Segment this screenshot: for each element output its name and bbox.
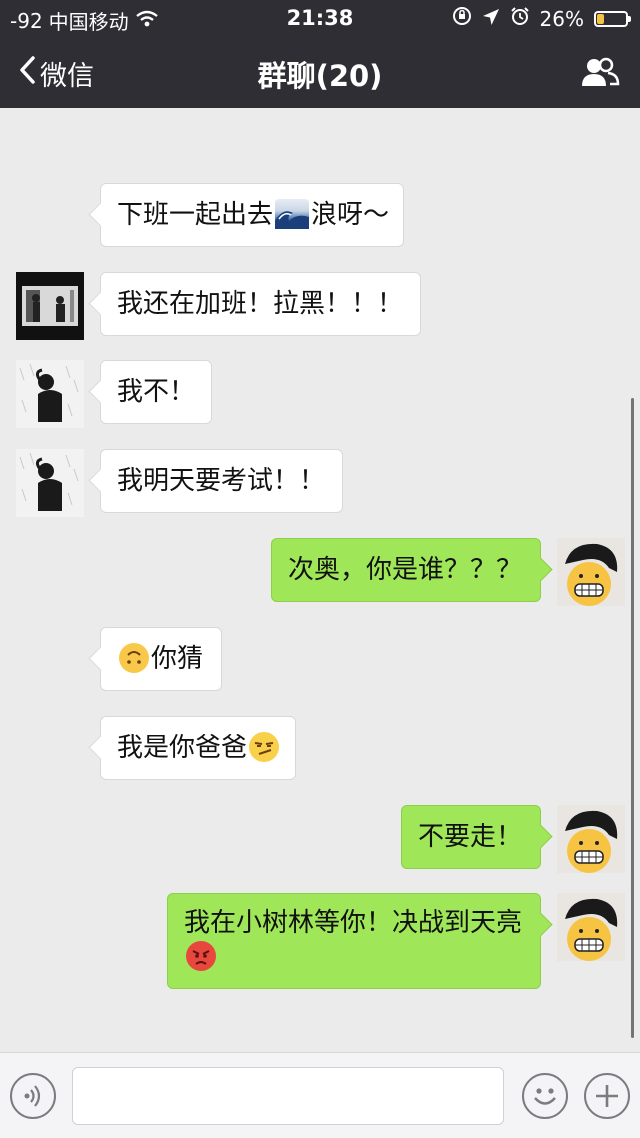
location-icon (482, 7, 500, 31)
incoming-message-bubble[interactable]: 下班一起出去 浪呀～ (100, 183, 404, 247)
upside-down-face-emoji (119, 643, 149, 673)
incoming-message-bubble[interactable]: 我是你爸爸 (100, 716, 296, 780)
rotation-lock-icon (452, 6, 472, 31)
message-text: 我明天要考试！！ (117, 466, 326, 496)
message-text: 你猜 (151, 644, 204, 674)
message-text: 我是你爸爸 (117, 733, 248, 763)
group-members-button[interactable] (580, 56, 620, 90)
chat-area[interactable]: 下班一起出去 浪呀～ 我还在加班！拉黑！！！ 我不！ 我明天要考试！！ 次奥，你… (0, 108, 640, 1052)
message-text: 下班一起出去 (117, 200, 274, 230)
input-bar (0, 1052, 640, 1138)
page-title: 群聊(20) (257, 59, 383, 93)
outgoing-message-bubble[interactable]: 次奥，你是谁？？？ (271, 538, 541, 602)
alarm-icon (510, 6, 530, 31)
battery-icon (594, 10, 631, 27)
message-text: 我在小树林等你！决战到天亮 (184, 908, 523, 938)
status-right: 26% (452, 6, 631, 31)
smiley-icon (524, 1088, 566, 1121)
message-text: 不要走！ (418, 822, 523, 852)
plus-icon (586, 1085, 628, 1121)
battery-level (597, 13, 604, 24)
battery-percent: 26% (539, 6, 584, 31)
avatar[interactable] (16, 449, 84, 517)
nav-bar: 微信 群聊(20) (0, 38, 640, 108)
message-input[interactable] (72, 1067, 504, 1125)
angry-face-emoji (186, 941, 216, 971)
people-icon (580, 57, 620, 94)
avatar[interactable] (16, 272, 84, 340)
person-avatar (16, 449, 84, 517)
self-avatar (557, 805, 625, 873)
self-avatar (557, 893, 625, 961)
message-text: 我不！ (117, 377, 196, 407)
header: -92 中国移动 21:38 26% 微信 群聊(20) (0, 0, 640, 108)
status-bar: -92 中国移动 21:38 26% (0, 0, 640, 38)
voice-icon (12, 1085, 54, 1121)
outgoing-message-bubble[interactable]: 我在小树林等你！决战到天亮 (167, 893, 541, 989)
avatar[interactable] (557, 538, 625, 606)
incoming-message-bubble[interactable]: 你猜 (100, 627, 222, 691)
person-avatar (16, 360, 84, 428)
avatar[interactable] (557, 805, 625, 873)
photo-avatar (16, 272, 84, 340)
self-avatar (557, 538, 625, 606)
avatar[interactable] (16, 360, 84, 428)
scrollbar[interactable] (631, 398, 634, 1038)
incoming-message-bubble[interactable]: 我明天要考试！！ (100, 449, 343, 513)
avatar[interactable] (557, 893, 625, 961)
emoji-button[interactable] (522, 1073, 568, 1119)
voice-input-button[interactable] (10, 1073, 56, 1119)
outgoing-message-bubble[interactable]: 不要走！ (401, 805, 541, 869)
incoming-message-bubble[interactable]: 我不！ (100, 360, 212, 424)
incoming-message-bubble[interactable]: 我还在加班！拉黑！！！ (100, 272, 421, 336)
wave-emoji (275, 199, 310, 229)
more-options-button[interactable] (584, 1073, 630, 1119)
message-text: 次奥，你是谁？？？ (288, 555, 523, 585)
message-text: 我还在加班！拉黑！！！ (117, 289, 404, 319)
smirk-face-emoji (249, 732, 280, 762)
message-text: 浪呀～ (311, 200, 390, 230)
